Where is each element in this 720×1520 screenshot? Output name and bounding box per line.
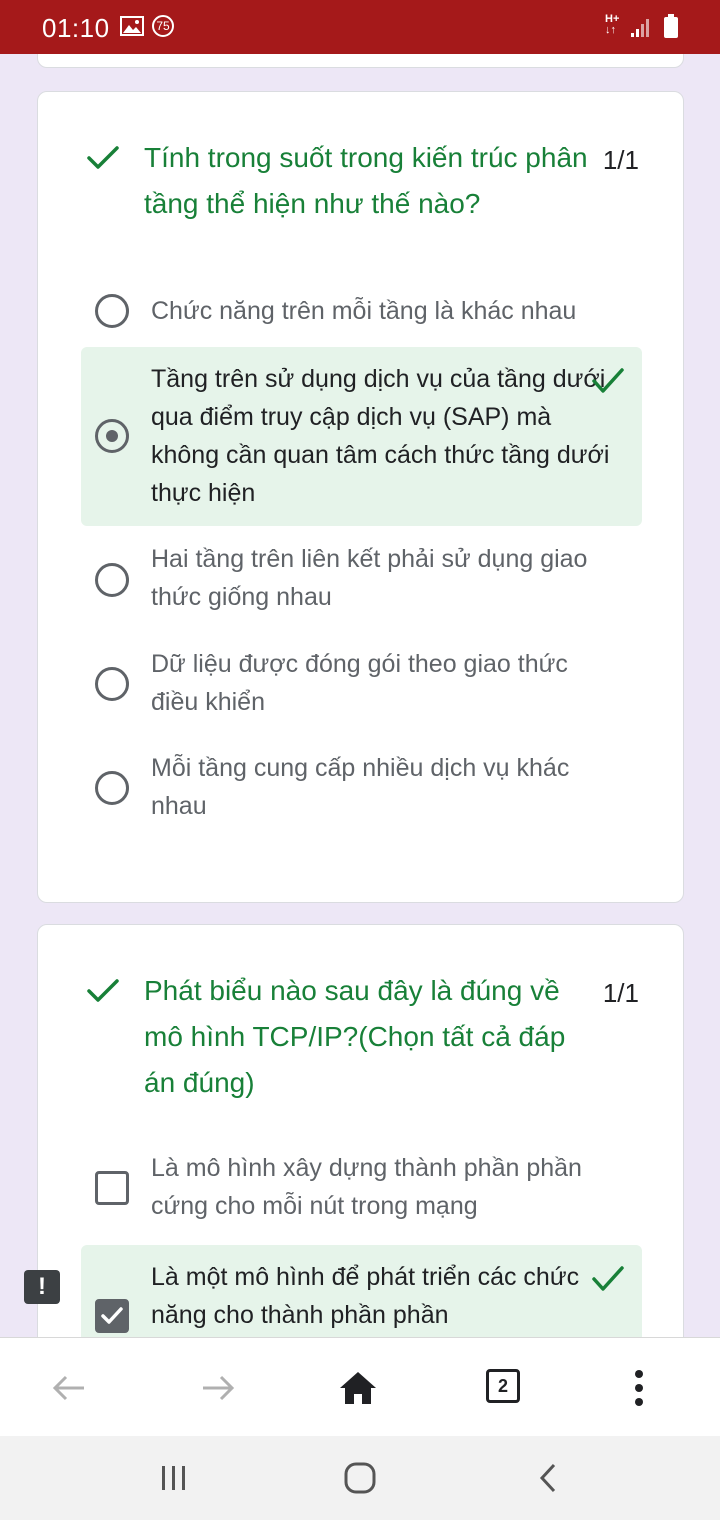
browser-toolbar: 2 xyxy=(0,1337,720,1436)
question-card-2: Phát biểu nào sau đây là đúng về mô hình… xyxy=(37,924,684,1337)
option-label: Dữ liệu được đóng gói theo giao thức điề… xyxy=(151,650,568,716)
radio-button[interactable] xyxy=(95,667,129,701)
form-scroll-area[interactable]: Tính trong suốt trong kiến trúc phân tần… xyxy=(0,54,720,1337)
correct-check-icon xyxy=(87,979,119,1002)
option-label: Là một mô hình để phát triển các chức nă… xyxy=(151,1263,580,1329)
previous-card xyxy=(37,54,684,68)
checkbox[interactable] xyxy=(95,1171,129,1205)
network-type-label: H+ ↓↑ xyxy=(605,13,620,36)
back-arrow-icon[interactable] xyxy=(50,1368,90,1408)
notification-count-badge: 75 xyxy=(152,15,174,37)
option-label: Hai tầng trên liên kết phải sử dụng giao… xyxy=(151,545,588,611)
radio-button-selected[interactable] xyxy=(95,419,129,453)
feedback-alert-button[interactable]: ! xyxy=(24,1270,60,1304)
tab-switcher-icon[interactable]: 2 xyxy=(486,1369,520,1403)
option-5[interactable]: Mỗi tầng cung cấp nhiều dịch vụ khác nha… xyxy=(81,749,642,829)
image-icon xyxy=(120,16,144,36)
status-bar: 01:10 75 H+ ↓↑ xyxy=(0,0,720,54)
radio-button[interactable] xyxy=(95,771,129,805)
status-time: 01:10 xyxy=(42,13,110,43)
option-label: Tầng trên sử dụng dịch vụ của tầng dưới … xyxy=(151,365,610,507)
correct-check-icon xyxy=(87,146,119,169)
option-4[interactable]: Dữ liệu được đóng gói theo giao thức điề… xyxy=(81,645,642,725)
option-1[interactable]: Là mô hình xây dựng thành phần phần cứng… xyxy=(81,1149,642,1229)
radio-button[interactable] xyxy=(95,294,129,328)
option-label: Chức năng trên mỗi tầng là khác nhau xyxy=(151,297,577,325)
option-3[interactable]: Hai tầng trên liên kết phải sử dụng giao… xyxy=(81,540,642,620)
question-card-1: Tính trong suốt trong kiến trúc phân tần… xyxy=(37,91,684,903)
checkbox-checked[interactable] xyxy=(95,1299,129,1333)
battery-icon xyxy=(664,14,678,38)
back-nav-icon[interactable] xyxy=(530,1462,566,1494)
system-nav-bar xyxy=(0,1436,720,1520)
radio-button[interactable] xyxy=(95,563,129,597)
forward-arrow-icon[interactable] xyxy=(197,1368,237,1408)
option-label: Là mô hình xây dựng thành phần phần cứng… xyxy=(151,1154,582,1220)
home-icon[interactable] xyxy=(338,1368,378,1408)
checkmark-icon xyxy=(101,1307,123,1324)
option-1[interactable]: Chức năng trên mỗi tầng là khác nhau xyxy=(81,290,642,334)
question-score: 1/1 xyxy=(602,145,639,175)
option-label: Mỗi tầng cung cấp nhiều dịch vụ khác nha… xyxy=(151,754,570,820)
correct-answer-check-icon xyxy=(592,368,624,393)
question-title: Phát biểu nào sau đây là đúng về mô hình… xyxy=(144,975,566,1098)
question-score: 1/1 xyxy=(602,978,639,1008)
signal-icon xyxy=(631,19,649,37)
correct-answer-check-icon xyxy=(592,1266,624,1291)
option-2-correct[interactable]: Tầng trên sử dụng dịch vụ của tầng dưới … xyxy=(81,347,642,526)
question-title: Tính trong suốt trong kiến trúc phân tần… xyxy=(144,142,588,219)
more-menu-icon[interactable] xyxy=(619,1368,659,1408)
home-nav-icon[interactable] xyxy=(342,1462,378,1494)
recent-apps-icon[interactable] xyxy=(156,1462,192,1494)
option-2-correct[interactable]: Là một mô hình để phát triển các chức nă… xyxy=(81,1245,642,1337)
